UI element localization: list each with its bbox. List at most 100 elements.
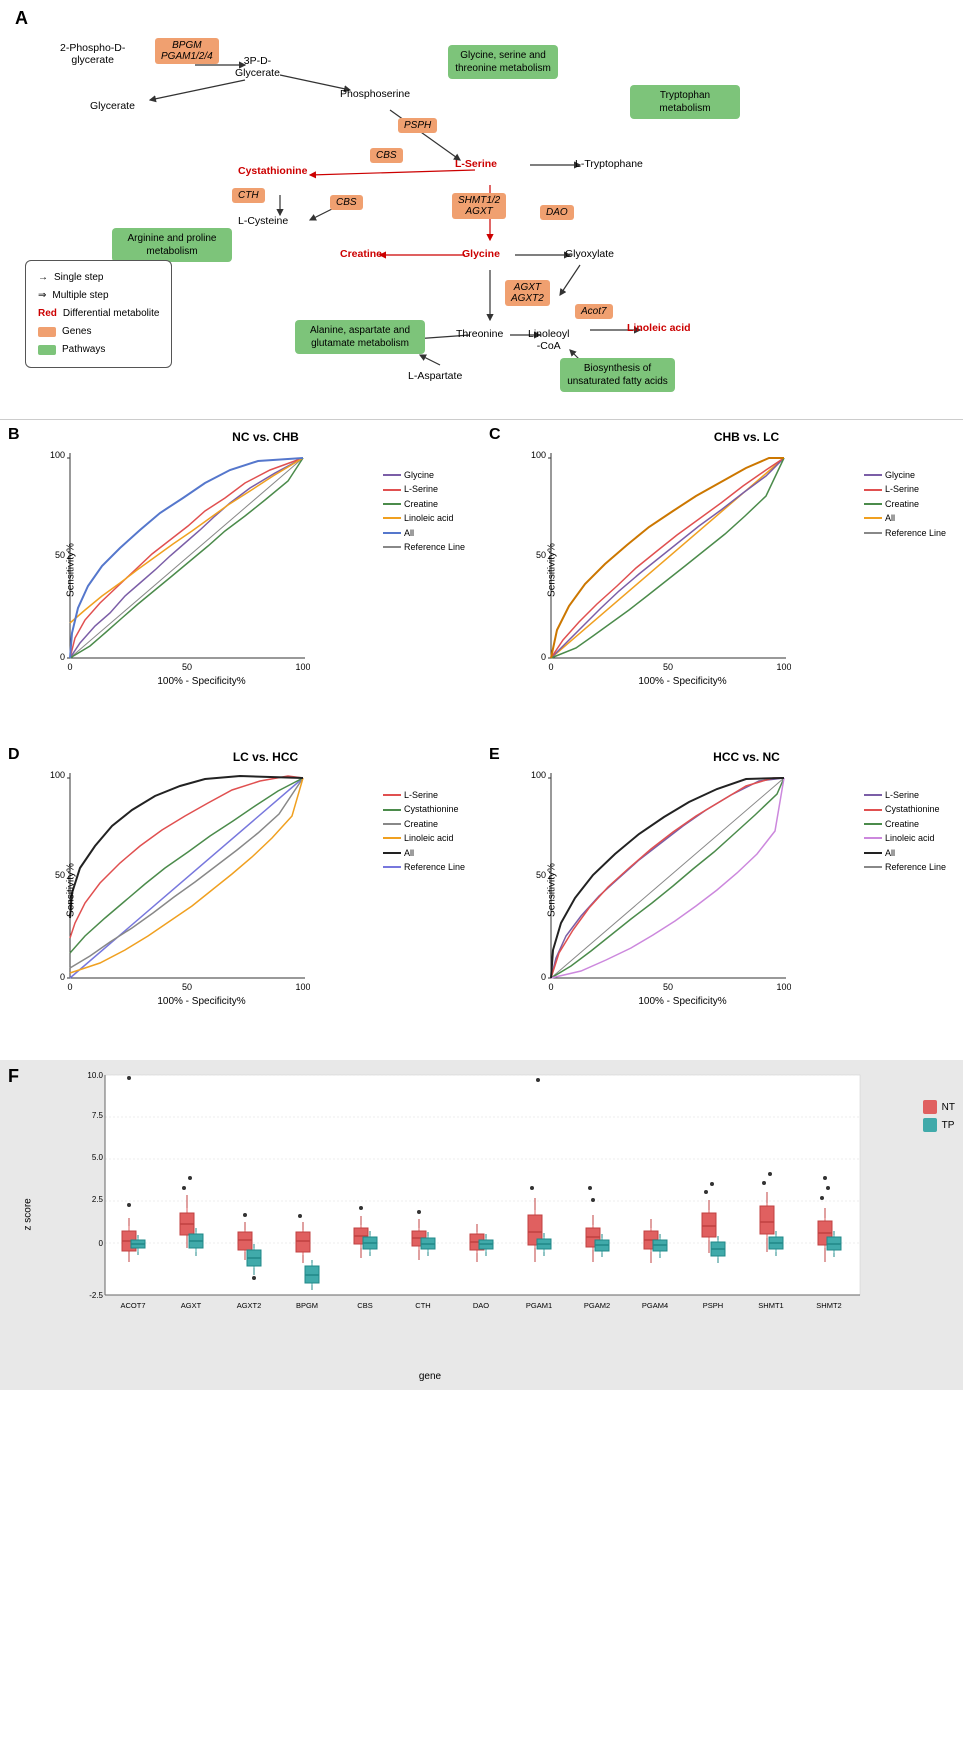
panel-c-title: CHB vs. LC xyxy=(541,430,952,444)
panel-f-boxplot: -2.5 0 2.5 5.0 7.5 10.0 xyxy=(75,1070,865,1330)
node-linoleoyl: Linoleoyl-CoA xyxy=(528,328,569,352)
panel-b-legend: Glycine L-Serine Creatine Linoleic acid … xyxy=(383,468,465,554)
panel-f-legend: NT TP xyxy=(923,1100,955,1136)
svg-text:0: 0 xyxy=(99,1239,104,1248)
svg-text:PGAM2: PGAM2 xyxy=(584,1301,610,1310)
panel-c-label: C xyxy=(489,426,501,444)
svg-text:ACOT7: ACOT7 xyxy=(120,1301,145,1310)
panel-d-legend-creatine-color xyxy=(383,823,401,825)
panel-d-legend-creatine: Creatine xyxy=(404,817,438,831)
panel-f-legend-nt-swatch xyxy=(923,1100,937,1114)
svg-text:0: 0 xyxy=(60,972,65,982)
panel-b-legend-creatine-color xyxy=(383,503,401,505)
panel-c-legend-ref: Reference Line xyxy=(885,526,946,540)
panel-e-label: E xyxy=(489,746,500,764)
svg-text:50: 50 xyxy=(182,662,192,672)
panel-c-legend-lserine-color xyxy=(864,489,882,491)
legend-differential-label: Differential metabolite xyxy=(63,305,160,323)
legend-pathway-label: Pathways xyxy=(62,341,105,359)
svg-text:0: 0 xyxy=(67,982,72,992)
panel-f-legend-tp: TP xyxy=(923,1118,955,1132)
svg-text:-2.5: -2.5 xyxy=(89,1291,103,1300)
panel-b-legend-lserine: L-Serine xyxy=(404,482,438,496)
svg-text:50: 50 xyxy=(536,870,546,880)
pathway-tryptophan: Tryptophanmetabolism xyxy=(630,85,740,119)
legend-multi-arrow xyxy=(38,287,46,305)
panel-c-legend: Glycine L-Serine Creatine All Reference … xyxy=(864,468,946,540)
svg-text:0: 0 xyxy=(60,652,65,662)
panel-e-legend-all: All xyxy=(885,846,895,860)
panel-e-legend-linoleic: Linoleic acid xyxy=(885,831,935,845)
gene-bpgm: BPGMPGAM1/2/4 xyxy=(155,38,219,64)
svg-text:50: 50 xyxy=(536,550,546,560)
panel-b-legend-glycine: Glycine xyxy=(404,468,434,482)
panel-c-y-axis: Sensitivity% xyxy=(546,543,557,597)
node-cystathionine: Cystathionine xyxy=(238,165,307,177)
node-lserine: L-Serine xyxy=(455,158,497,170)
svg-text:0: 0 xyxy=(548,662,553,672)
panel-d-legend-lserine: L-Serine xyxy=(404,788,438,802)
panel-c-legend-creatine-color xyxy=(864,503,882,505)
panel-c-legend-all: All xyxy=(885,511,895,525)
node-phosphoserine: Phosphoserine xyxy=(340,88,410,100)
pathway-biosynthesis: Biosynthesis ofunsaturated fatty acids xyxy=(560,358,675,392)
panel-d: D LC vs. HCC Sensitivity% 0 50 100 0 50 … xyxy=(0,740,481,1060)
svg-text:PGAM1: PGAM1 xyxy=(526,1301,552,1310)
node-2phospho: 2-Phospho-D-glycerate xyxy=(60,42,125,66)
svg-text:100: 100 xyxy=(531,450,546,460)
gene-cbs2: CBS xyxy=(330,195,363,210)
node-ltryptophane: L-Tryptophane xyxy=(575,158,643,170)
svg-text:50: 50 xyxy=(663,982,673,992)
svg-text:AGXT2: AGXT2 xyxy=(237,1301,262,1310)
svg-text:100: 100 xyxy=(295,982,310,992)
panel-d-label: D xyxy=(8,746,20,764)
panel-f: F NT TP z score -2.5 0 2.5 5.0 7.5 10. xyxy=(0,1060,963,1390)
panel-f-y-axis-label: z score xyxy=(23,1198,34,1230)
panel-c-legend-lserine: L-Serine xyxy=(885,482,919,496)
node-lcysteine: L-Cysteine xyxy=(238,215,288,227)
pathway-alanine: Alanine, aspartate andglutamate metaboli… xyxy=(295,320,425,354)
panel-c-legend-all-color xyxy=(864,517,882,519)
panel-c-legend-creatine: Creatine xyxy=(885,497,919,511)
panel-d-legend-cystathionine-color xyxy=(383,809,401,811)
panel-e-x-axis: 100% - Specificity% xyxy=(638,996,726,1007)
panel-e-y-axis: Sensitivity% xyxy=(546,863,557,917)
panel-c-legend-glycine-color xyxy=(864,474,882,476)
panel-e-legend-all-color xyxy=(864,852,882,854)
svg-text:100: 100 xyxy=(531,770,546,780)
panel-b-legend-linoleic-color xyxy=(383,517,401,519)
svg-text:2.5: 2.5 xyxy=(92,1195,104,1204)
panel-e-legend-creatine-color xyxy=(864,823,882,825)
svg-text:5.0: 5.0 xyxy=(92,1153,104,1162)
panel-e-legend: L-Serine Cystathionine Creatine Linoleic… xyxy=(864,788,946,874)
panel-b-legend-creatine: Creatine xyxy=(404,497,438,511)
node-laspartate: L-Aspartate xyxy=(408,370,462,382)
pathway-glycine-serine: Glycine, serine andthreonine metabolism xyxy=(448,45,558,79)
panel-b-title: NC vs. CHB xyxy=(60,430,471,444)
panel-d-legend-all-color xyxy=(383,852,401,854)
panel-b-legend-ref: Reference Line xyxy=(404,540,465,554)
svg-text:DAO: DAO xyxy=(473,1301,489,1310)
panel-f-legend-tp-label: TP xyxy=(942,1120,955,1131)
svg-text:PGAM4: PGAM4 xyxy=(642,1301,668,1310)
panel-e-legend-creatine: Creatine xyxy=(885,817,919,831)
legend-gene-swatch xyxy=(38,327,56,337)
panel-d-legend-linoleic: Linoleic acid xyxy=(404,831,454,845)
panel-d-x-axis: 100% - Specificity% xyxy=(157,996,245,1007)
legend-single-arrow xyxy=(38,269,48,287)
panel-d-legend-cystathionine: Cystathionine xyxy=(404,802,459,816)
legend-multi-label: Multiple step xyxy=(52,287,108,305)
svg-text:100: 100 xyxy=(776,982,791,992)
svg-text:100: 100 xyxy=(50,450,65,460)
svg-text:50: 50 xyxy=(55,870,65,880)
panel-d-title: LC vs. HCC xyxy=(60,750,471,764)
panel-c-chart: 0 50 100 0 50 100 xyxy=(521,448,791,688)
node-threonine: Threonine xyxy=(456,328,503,340)
roc-row-de: D LC vs. HCC Sensitivity% 0 50 100 0 50 … xyxy=(0,740,963,1060)
legend-pathway-swatch xyxy=(38,345,56,355)
panel-b-legend-lserine-color xyxy=(383,489,401,491)
node-creatine: Creatine xyxy=(340,248,382,260)
svg-text:PSPH: PSPH xyxy=(703,1301,723,1310)
svg-text:0: 0 xyxy=(67,662,72,672)
panel-b-y-axis: Sensitivity% xyxy=(65,543,76,597)
